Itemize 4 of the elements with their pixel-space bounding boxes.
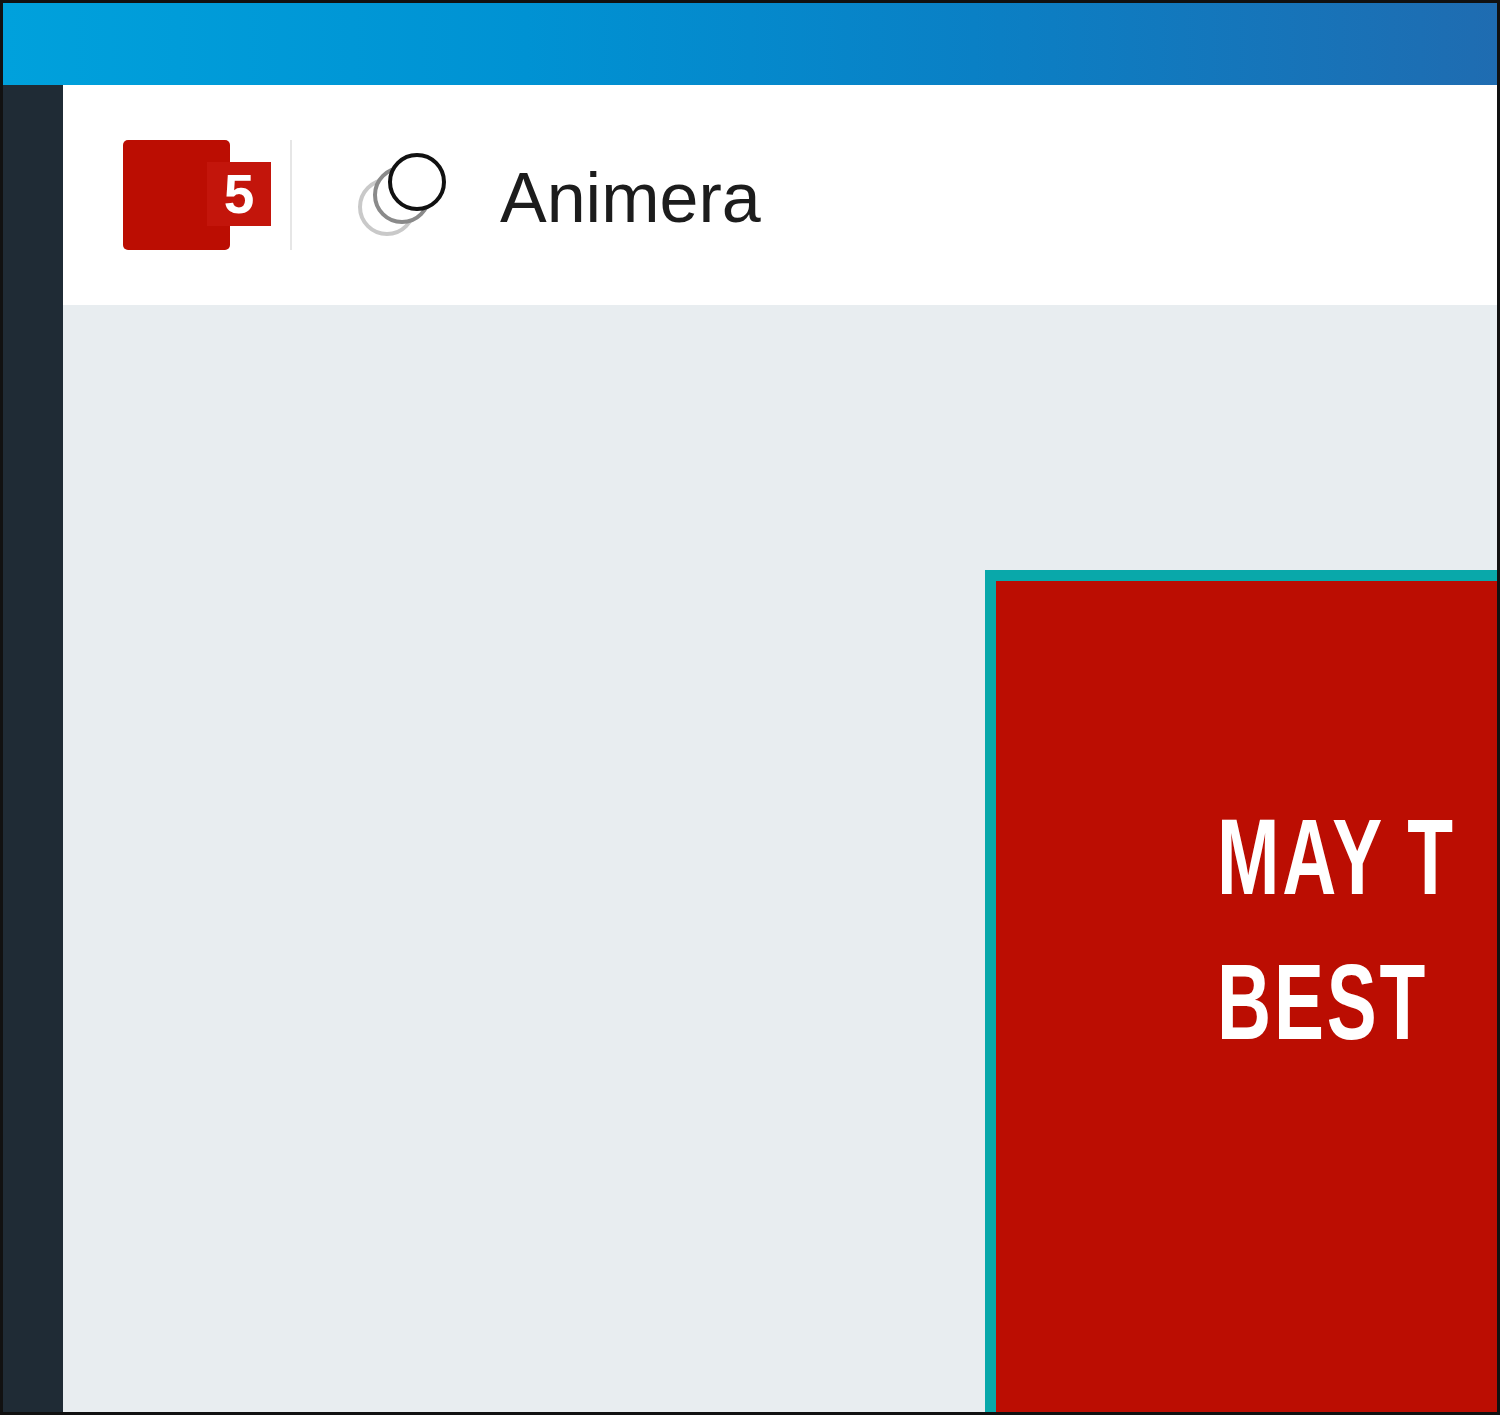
app-title: Animera — [500, 162, 761, 233]
card-headline: MAY T BEST — [1217, 796, 1456, 1064]
overlapping-circles-icon — [357, 152, 448, 238]
logo-badge: 5 — [207, 162, 271, 226]
